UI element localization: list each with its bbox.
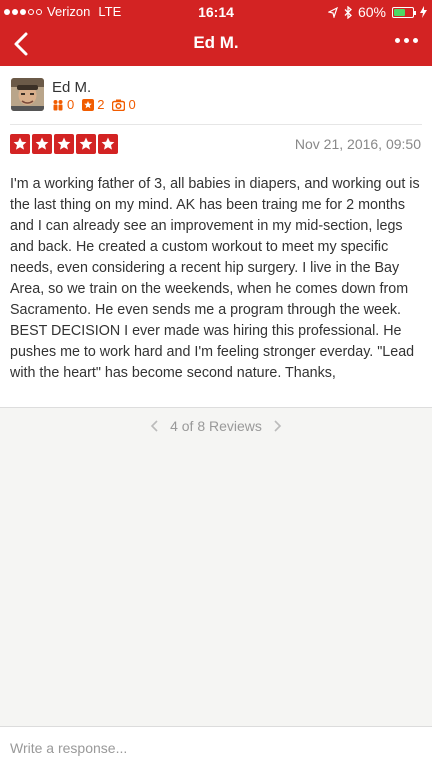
review-card: Ed M. 0 2 0 Nov 21, 2016, 09:50 I'm a wo… [0, 66, 432, 408]
star-icon [54, 134, 74, 154]
friends-icon [53, 99, 63, 110]
pager-label: 4 of 8 Reviews [170, 418, 262, 434]
review-date: Nov 21, 2016, 09:50 [294, 136, 421, 152]
photos-stat: 0 [112, 97, 136, 112]
response-bar [0, 726, 432, 768]
photos-count: 0 [128, 97, 136, 112]
friends-stat: 0 [52, 97, 74, 112]
reviews-stat: 2 [82, 97, 104, 112]
next-review-icon[interactable] [270, 419, 284, 433]
user-photo-icon [11, 78, 44, 111]
battery-level [394, 8, 405, 16]
star-rating [10, 134, 118, 154]
status-bar: Verizon LTE 16:14 60% [0, 0, 432, 22]
more-dot-icon [404, 38, 409, 43]
page-title: Ed M. [193, 33, 239, 52]
review-text: I'm a working father of 3, all babies in… [10, 176, 420, 381]
previous-review-icon[interactable] [148, 419, 162, 433]
star-icon [98, 134, 118, 154]
reviews-count: 2 [97, 97, 105, 112]
status-right: 60% [327, 4, 427, 20]
response-input[interactable] [10, 737, 420, 759]
more-dot-icon [413, 38, 418, 43]
star-icon [76, 134, 96, 154]
more-dot-icon [395, 38, 400, 43]
review-star-icon [82, 98, 95, 111]
bluetooth-icon [344, 5, 352, 19]
app-header: Verizon LTE 16:14 60% Ed M. [0, 0, 432, 66]
battery-percent: 60% [357, 4, 386, 20]
friends-count: 0 [67, 97, 75, 112]
location-arrow-icon [327, 6, 338, 18]
review-pager: 4 of 8 Reviews [0, 418, 432, 434]
avatar[interactable] [11, 78, 44, 111]
star-icon [32, 134, 52, 154]
nav-bar: Ed M. [0, 22, 432, 66]
camera-icon [112, 99, 126, 111]
reviewer-name[interactable]: Ed M. [52, 79, 91, 96]
charging-icon [420, 6, 427, 18]
battery-icon [392, 6, 416, 18]
divider [10, 124, 422, 125]
star-icon [10, 134, 30, 154]
more-options-button[interactable] [395, 38, 418, 43]
reviewer-stats: 0 2 0 [52, 97, 144, 112]
